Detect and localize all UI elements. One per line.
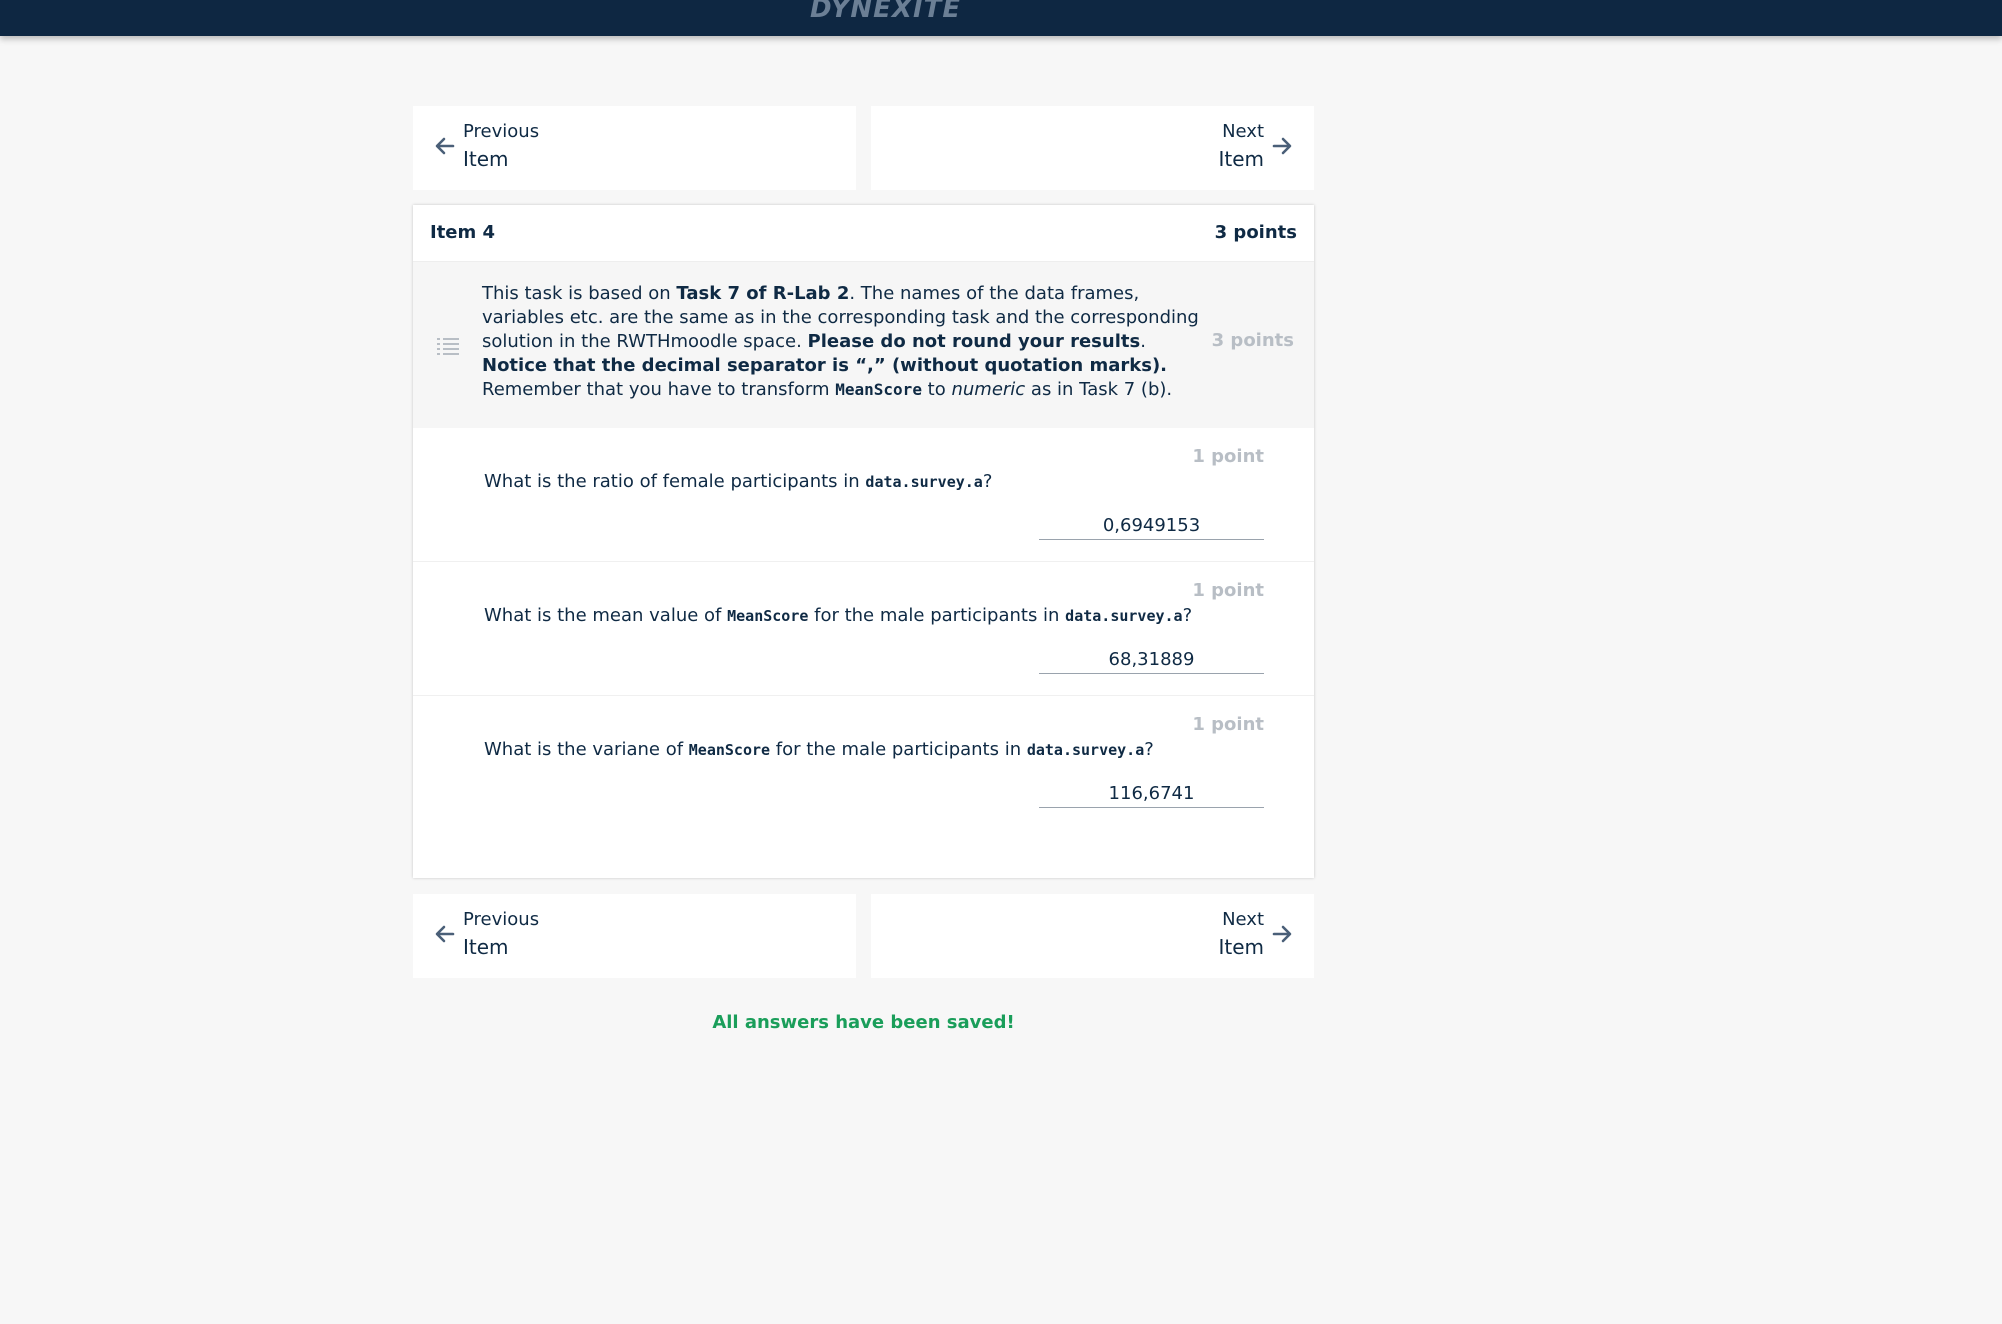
list-icon <box>437 338 459 355</box>
arrow-left-icon <box>435 925 455 943</box>
question-text: What is the ratio of female participants… <box>484 471 993 492</box>
answer-input-2[interactable] <box>1039 646 1264 674</box>
previous-item-button[interactable]: Previous Item <box>413 106 856 190</box>
previous-item-label: Previous Item <box>463 121 540 171</box>
item-navigation-top: Previous Item Next Item <box>413 106 1314 190</box>
item-points: 3 points <box>1214 222 1297 243</box>
task-description-text: This task is based on Task 7 of R-Lab 2.… <box>482 283 1199 400</box>
question-text: What is the mean value of MeanScore for … <box>484 605 1193 626</box>
previous-item-label: Previous Item <box>463 909 540 959</box>
item-title: Item 4 <box>430 222 496 243</box>
top-bar: DYNEXITE <box>0 0 2002 36</box>
arrow-right-icon <box>1272 925 1292 943</box>
arrow-left-icon <box>435 137 455 155</box>
question-points: 1 point <box>1192 446 1264 467</box>
question-text: What is the variane of MeanScore for the… <box>484 739 1154 760</box>
question-points: 1 point <box>1192 580 1264 601</box>
arrow-right-icon <box>1272 137 1292 155</box>
next-item-label: Next Item <box>1218 121 1264 171</box>
next-item-button[interactable]: Next Item <box>871 894 1314 978</box>
task-points: 3 points <box>1211 330 1294 351</box>
next-item-button[interactable]: Next Item <box>871 106 1314 190</box>
question-2: 1 point What is the mean value of MeanSc… <box>413 562 1314 696</box>
answer-input-1[interactable] <box>1039 512 1264 540</box>
next-item-label: Next Item <box>1218 909 1264 959</box>
question-points: 1 point <box>1192 714 1264 735</box>
question-1: 1 point What is the ratio of female part… <box>413 428 1314 562</box>
answer-input-3[interactable] <box>1039 780 1264 808</box>
logo[interactable]: DYNEXITE <box>810 0 961 24</box>
save-status: All answers have been saved! <box>712 1012 1015 1033</box>
item-card: Item 4 3 points This task is based on Ta… <box>413 205 1314 878</box>
item-header: Item 4 3 points <box>413 205 1314 262</box>
previous-item-button[interactable]: Previous Item <box>413 894 856 978</box>
item-navigation-bottom: Previous Item Next Item <box>413 894 1314 978</box>
question-3: 1 point What is the variane of MeanScore… <box>413 696 1314 830</box>
task-description: This task is based on Task 7 of R-Lab 2.… <box>413 262 1314 428</box>
